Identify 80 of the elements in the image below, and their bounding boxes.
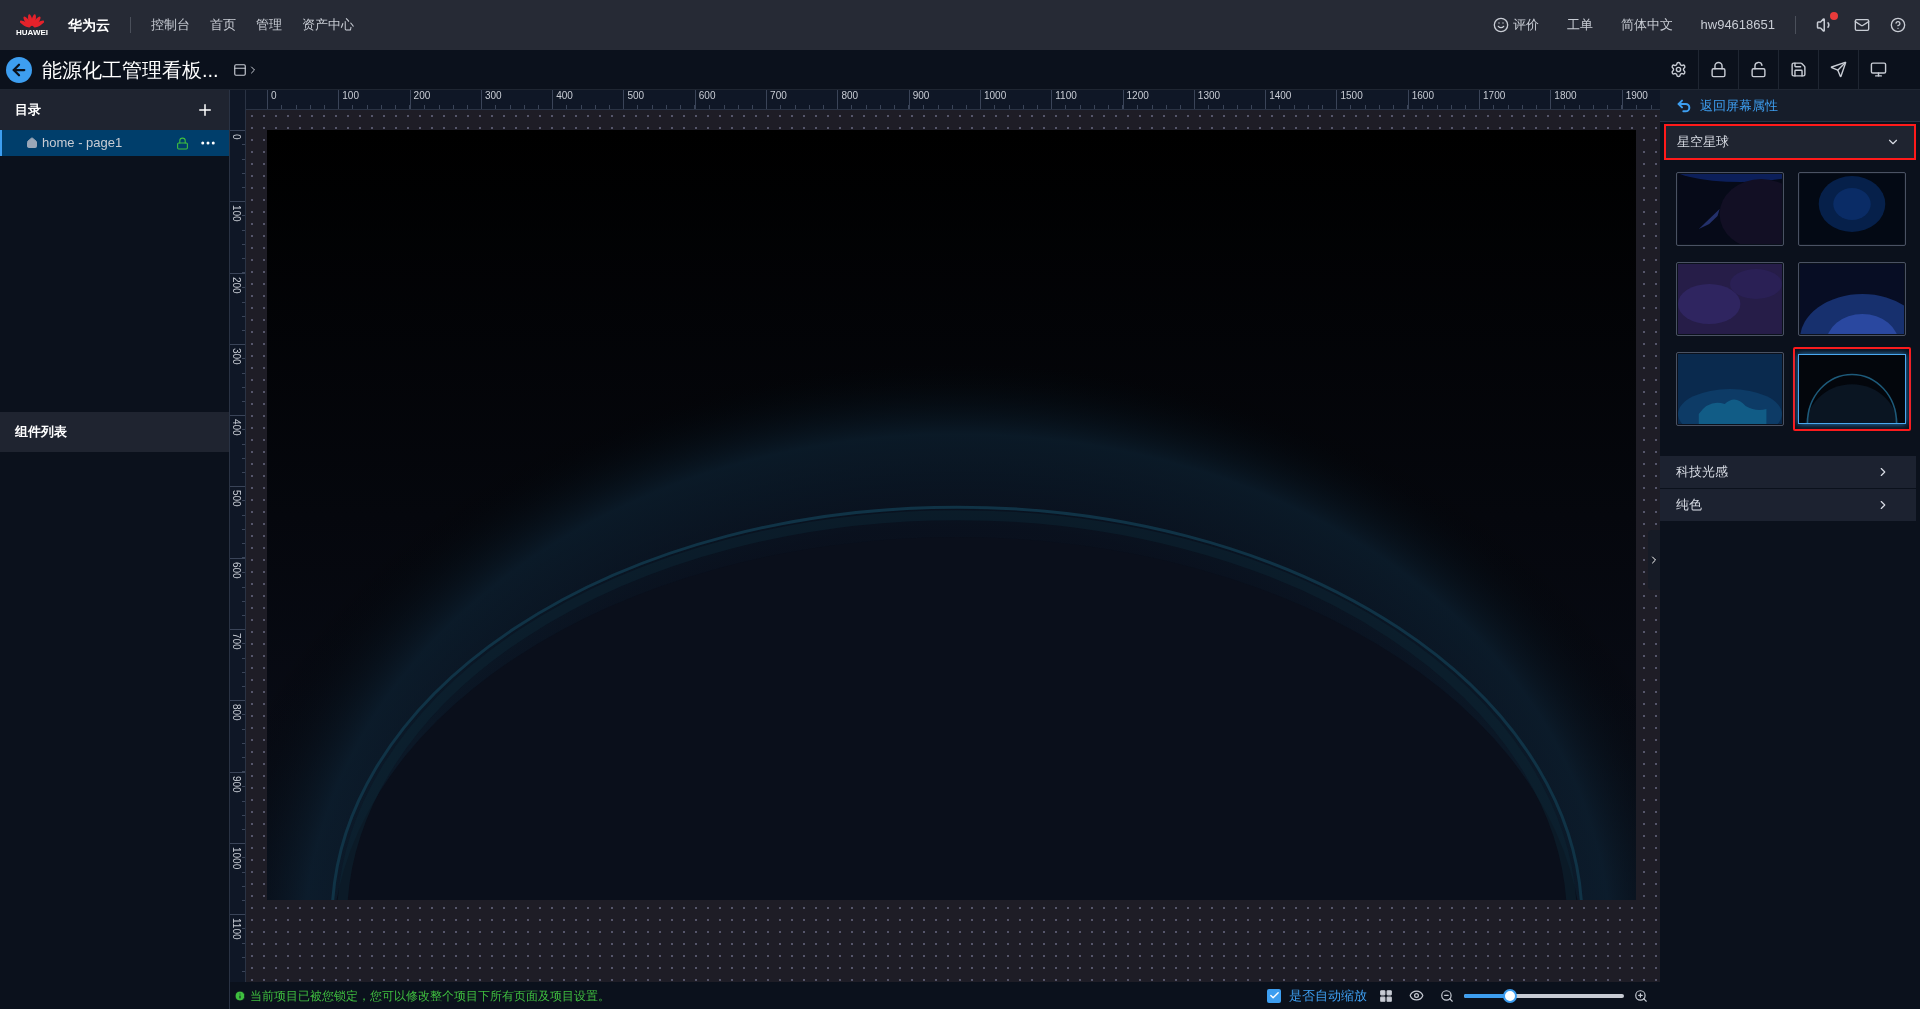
ruler-label: 500 [230,489,242,510]
settings-icon [1669,61,1687,78]
components-title: 组件列表 [15,423,67,442]
checkbox-label: 是否自动缩放 [1289,986,1367,1005]
ruler-label: 1000 [230,845,242,872]
category-dropdown[interactable]: 星空星球 [1664,124,1916,160]
add-icon[interactable] [196,101,214,119]
ruler-label: 200 [230,275,242,296]
ruler-label: 800 [230,703,242,724]
lock-icon[interactable] [176,136,189,150]
ruler-label: 1100 [1054,90,1078,102]
ruler-label: 800 [840,90,860,102]
catalog-title: 目录 [15,101,41,120]
ruler-label: 1900 [1624,90,1649,102]
auto-scale-checkbox[interactable]: 是否自动缩放 [1267,985,1367,1006]
notification-badge [1830,12,1838,20]
page-item[interactable]: home - page1 [0,130,229,156]
smile-icon [1492,17,1509,33]
ruler-label: 500 [626,90,646,102]
ruler-label: 0 [230,133,242,142]
collapse-handle[interactable] [1648,530,1660,590]
home-icon [26,137,38,149]
help-icon[interactable] [1890,17,1906,33]
ruler-label: 1700 [1482,90,1507,102]
back-link[interactable]: 返回屏幕属性 [1660,90,1920,122]
ruler-label: 600 [697,90,717,102]
save-icon [1790,61,1807,78]
nav-link[interactable]: 首页 [210,15,236,35]
paper-plane-icon [1830,61,1847,78]
eye-icon[interactable] [1409,988,1424,1003]
feedback-link[interactable]: 评价 [1492,15,1539,35]
zoom-slider-handle[interactable] [1503,988,1518,1003]
page-name: home - page1 [42,134,123,153]
mail-icon[interactable] [1854,17,1870,33]
ruler-label: 1500 [1339,90,1364,102]
zoom-in-icon[interactable] [1634,988,1648,1003]
zoom-out-icon[interactable] [1440,988,1454,1003]
ruler-label: 1100 [230,917,242,942]
header-link[interactable]: 简体中文 [1620,15,1673,35]
back-button[interactable] [6,56,32,83]
header-link[interactable]: 工单 [1566,15,1593,35]
ruler-label: 700 [230,632,242,652]
ruler-label: 100 [230,204,242,224]
project-title: 能源化工管理看板... [42,57,219,83]
ruler-label: 1300 [1196,90,1222,102]
ruler-label: 1800 [1553,90,1578,102]
reply-arrow-icon [1676,97,1692,114]
lock-icon [1710,61,1727,78]
section-header[interactable]: 科技光感 [1660,456,1916,488]
ruler-label: 400 [555,90,574,102]
ruler-label: 300 [483,90,503,102]
nav-link[interactable]: 管理 [256,15,282,35]
ruler-label: 1600 [1410,90,1435,102]
ruler-label: 1400 [1268,90,1293,102]
ruler-label: 700 [769,90,788,102]
ruler-label: 200 [412,90,432,102]
ruler-label: 400 [230,418,242,438]
user-name[interactable]: hw94618651 [1700,15,1775,35]
grid-icon[interactable] [1379,988,1393,1003]
ruler-label: 600 [230,560,242,581]
checkbox[interactable] [1267,988,1281,1003]
ruler-label: 1000 [982,90,1008,102]
unlocked-icon [1750,61,1767,78]
status-message: 当前项目已被您锁定，您可以修改整个项目下所有页面及项目设置。 [250,987,610,1005]
ruler-label: 0 [270,90,278,102]
logo-text: HUAWEI [16,29,48,37]
nav-link[interactable]: 资产中心 [302,15,354,35]
ruler-label: 1200 [1125,90,1150,102]
ruler-label: 100 [341,90,360,102]
ruler-label: 900 [230,774,242,795]
ruler-label: 300 [230,346,242,367]
info-icon [234,989,246,1002]
check-icon [1268,990,1280,1001]
nav-link[interactable]: 控制台 [151,15,190,35]
ruler-label: 900 [911,90,931,102]
monitor-icon [1870,61,1887,78]
window-icon [232,62,247,77]
logo-icon [20,13,44,29]
section-header[interactable]: 纯色 [1660,489,1916,521]
brand-name[interactable]: 华为云 [68,14,110,36]
